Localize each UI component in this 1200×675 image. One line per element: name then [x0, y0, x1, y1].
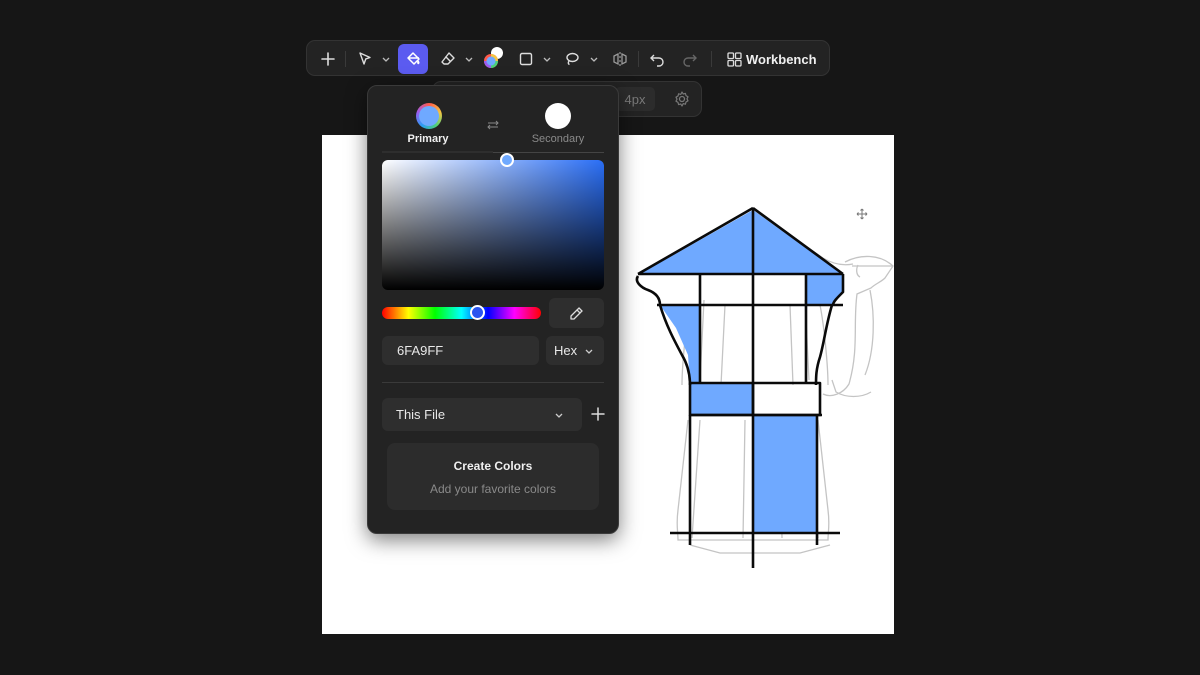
- primary-color-fill: [419, 106, 439, 126]
- brush-settings-button[interactable]: [673, 90, 691, 113]
- lasso-tool-dropdown[interactable]: [587, 44, 601, 74]
- swap-arrows-icon: [487, 120, 499, 130]
- shape-tool-button[interactable]: [514, 44, 538, 74]
- secondary-color-selector[interactable]: Secondary: [518, 100, 598, 148]
- secondary-label: Secondary: [531, 133, 585, 145]
- undo-button[interactable]: [644, 44, 670, 74]
- create-colors-title: Create Colors: [453, 459, 533, 473]
- color-picker-button[interactable]: [479, 44, 507, 74]
- eyedropper-icon: [570, 306, 583, 320]
- lasso-icon: [566, 52, 579, 66]
- plus-icon: [321, 52, 335, 66]
- add-palette-button[interactable]: [590, 406, 606, 422]
- workbench-label: Workbench: [746, 51, 817, 67]
- hue-slider-handle[interactable]: [470, 305, 485, 320]
- hex-input-value: 6FA9FF: [397, 343, 444, 358]
- blue-fill-regions: [640, 210, 842, 533]
- color-format-dropdown[interactable]: Hex: [546, 336, 604, 365]
- redo-button[interactable]: [677, 44, 703, 74]
- eraser-icon: [441, 52, 455, 65]
- chevron-down-icon: [543, 57, 551, 62]
- create-colors-empty-state[interactable]: Create Colors Add your favorite colors: [387, 443, 599, 510]
- hex-input[interactable]: 6FA9FF: [382, 336, 539, 365]
- mirror-tool-button[interactable]: [607, 44, 633, 74]
- fill-tool-button[interactable]: [398, 44, 428, 74]
- square-icon: [519, 52, 533, 66]
- paint-bucket-icon: [407, 52, 420, 65]
- pointer-icon: [359, 52, 371, 65]
- swap-colors-button[interactable]: [485, 117, 501, 130]
- color-swatches-icon: [484, 47, 503, 68]
- add-button[interactable]: [315, 44, 341, 74]
- chevron-down-icon: [555, 413, 563, 418]
- primary-color-selector[interactable]: Primary: [388, 100, 468, 148]
- eraser-tool-dropdown[interactable]: [462, 44, 476, 74]
- color-format-label: Hex: [554, 343, 578, 358]
- palette-source-dropdown[interactable]: This File: [382, 398, 582, 431]
- chevron-down-icon: [590, 57, 598, 62]
- eraser-tool-button[interactable]: [436, 44, 460, 74]
- chevron-down-icon: [382, 57, 390, 62]
- redo-icon: [683, 54, 697, 67]
- create-colors-subtitle: Add your favorite colors: [429, 482, 557, 496]
- chevron-down-icon: [585, 349, 593, 354]
- hue-slider[interactable]: [382, 307, 541, 319]
- shape-tool-dropdown[interactable]: [540, 44, 554, 74]
- lasso-tool-button[interactable]: [560, 44, 584, 74]
- chevron-down-icon: [465, 57, 473, 62]
- color-picker-panel: Primary Secondary 6FA9FF Hex This File C…: [367, 85, 619, 534]
- mirror-icon: [613, 52, 627, 66]
- select-tool-dropdown[interactable]: [379, 44, 393, 74]
- gear-icon: [675, 91, 689, 107]
- saturation-value-handle[interactable]: [500, 153, 514, 167]
- eyedropper-button[interactable]: [549, 298, 604, 328]
- primary-swatch: [416, 103, 442, 129]
- brush-size-value[interactable]: 4px: [615, 87, 655, 111]
- primary-label: Primary: [407, 133, 449, 145]
- main-toolbar: Workbench: [306, 40, 830, 76]
- workbench-button[interactable]: Workbench: [727, 44, 817, 74]
- undo-icon: [650, 54, 664, 67]
- plus-icon: [591, 407, 605, 421]
- select-tool-button[interactable]: [353, 44, 377, 74]
- palette-source-label: This File: [396, 407, 446, 422]
- secondary-swatch: [545, 103, 571, 129]
- move-handle-icon[interactable]: [856, 208, 868, 223]
- workbench-grid-icon: [727, 51, 742, 67]
- saturation-value-area[interactable]: [382, 160, 604, 290]
